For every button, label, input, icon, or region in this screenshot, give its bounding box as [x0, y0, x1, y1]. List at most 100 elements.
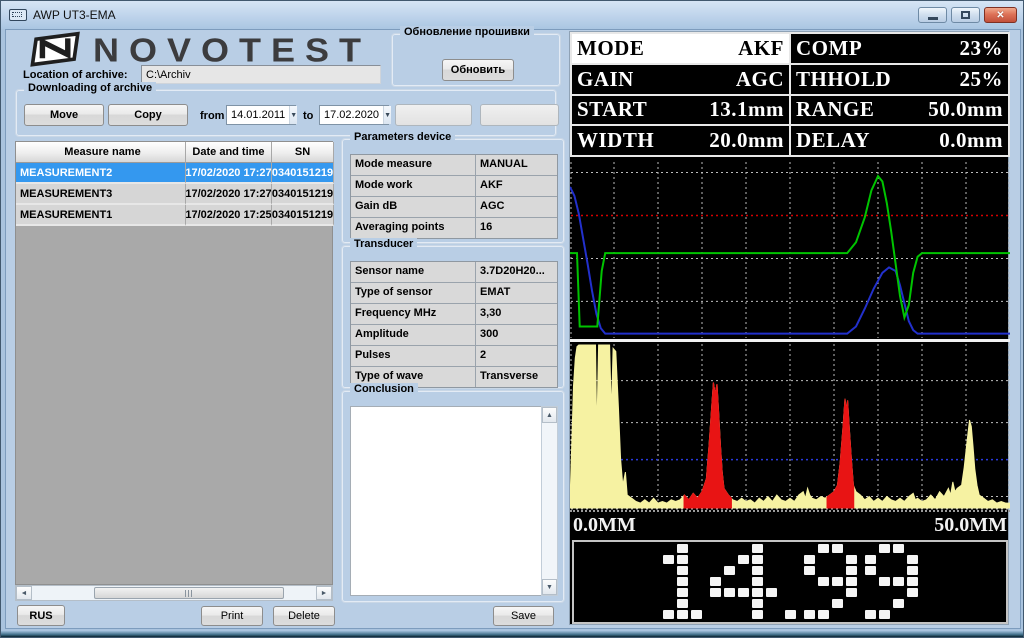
table-row[interactable]: MEASUREMENT217/02/2020 17:270340151219 [16, 163, 332, 184]
chevron-down-icon[interactable]: ▼ [289, 106, 297, 124]
table-header-row: Measure nameDate and timeSN [16, 142, 332, 163]
sn-cell: 0340151219 [272, 163, 334, 184]
app-window: AWP UT3-EMA ✕ NOVOTEST Location of archi… [0, 0, 1024, 638]
transducer-param-value: Transverse [476, 367, 557, 387]
archive-path-input[interactable] [141, 65, 381, 84]
firmware-group-title: Обновление прошивки [400, 26, 534, 38]
transducer-table: Sensor name3.7D20H20...Type of sensorEMA… [350, 261, 558, 388]
app-icon [9, 9, 27, 21]
maximize-icon [961, 11, 970, 19]
transducer-param-label: Frequency MHz [351, 304, 475, 324]
scroll-down-icon: ▼ [546, 584, 553, 591]
close-button[interactable]: ✕ [984, 7, 1017, 23]
disabled-button-2 [480, 104, 559, 126]
from-date-value: 14.01.2011 [227, 109, 289, 121]
minimize-button[interactable] [918, 7, 947, 23]
table-row[interactable]: MEASUREMENT317/02/2020 17:270340151219 [16, 184, 332, 205]
scroll-left-button[interactable]: ◄ [16, 586, 32, 600]
copy-button[interactable]: Copy [108, 104, 188, 126]
location-label: Location of archive: [23, 69, 128, 81]
download-group: Downloading of archive Move Copy from 14… [15, 89, 557, 137]
table-row[interactable]: MEASUREMENT117/02/2020 17:250340151219 [16, 205, 332, 226]
ascan-chart [570, 342, 1010, 510]
device-param-gain: GAINAGC [572, 65, 789, 94]
window-title: AWP UT3-EMA [33, 8, 116, 22]
novotest-logo-icon [27, 31, 85, 71]
device-param-delay: DELAY0.0mm [791, 126, 1008, 155]
datetime-cell: 17/02/2020 17:25 [186, 205, 272, 226]
to-date-combobox[interactable]: 17.02.2020 ▼ [319, 105, 389, 125]
move-button[interactable]: Move [24, 104, 104, 126]
parameters-device-table: Mode measureMANUALMode workAKFGain dBAGC… [350, 154, 558, 239]
scroll-up-button[interactable]: ▲ [542, 407, 557, 423]
device-param-start: START13.1mm [572, 96, 789, 125]
update-firmware-button[interactable]: Обновить [442, 59, 514, 81]
transducer-param-label: Amplitude [351, 325, 475, 345]
scroll-right-button[interactable]: ► [316, 586, 332, 600]
transducer-param-value: EMAT [476, 283, 557, 303]
column-header-1[interactable]: Date and time [186, 142, 272, 163]
measure-name-cell: MEASUREMENT1 [16, 205, 186, 226]
save-button[interactable]: Save [493, 606, 554, 626]
parameters-device-title: Parameters device [350, 131, 455, 143]
scrollbar-thumb[interactable] [94, 587, 284, 599]
device-param-value: AGC [476, 197, 557, 217]
delete-button[interactable]: Delete [273, 606, 335, 626]
measurements-table: Measure nameDate and timeSNMEASUREMENT21… [15, 141, 333, 585]
device-screen-panel: MODEAKFCOMP23%GAINAGCTHHOLD25%START13.1m… [569, 31, 1009, 625]
to-label: to [303, 110, 313, 122]
transducer-param-value: 300 [476, 325, 557, 345]
akf-waveform-chart [570, 160, 1010, 339]
scroll-left-icon: ◄ [21, 590, 28, 597]
maximize-button[interactable] [951, 7, 980, 23]
conclusion-textarea[interactable] [350, 406, 541, 596]
sn-cell: 0340151219 [272, 184, 334, 205]
scroll-up-icon: ▲ [546, 412, 553, 419]
conclusion-group: Conclusion ▲ ▼ [341, 390, 565, 603]
scale-left-label: 0.0MM [573, 514, 636, 537]
device-param-width: WIDTH20.0mm [572, 126, 789, 155]
device-param-label: Mode work [351, 176, 475, 196]
column-header-0[interactable]: Measure name [16, 142, 186, 163]
device-param-value: AKF [476, 176, 557, 196]
device-param-label: Gain dB [351, 197, 475, 217]
from-date-combobox[interactable]: 14.01.2011 ▼ [226, 105, 296, 125]
from-label: from [200, 110, 224, 122]
transducer-param-label: Pulses [351, 346, 475, 366]
thickness-readout-display [572, 540, 1008, 624]
device-param-value: MANUAL [476, 155, 557, 175]
device-param-label: Mode measure [351, 155, 475, 175]
column-header-2[interactable]: SN [272, 142, 334, 163]
datetime-cell: 17/02/2020 17:27 [186, 184, 272, 205]
conclusion-title: Conclusion [350, 383, 418, 395]
table-horizontal-scrollbar[interactable]: ◄ ► [15, 585, 333, 601]
rus-language-button[interactable]: RUS [17, 605, 65, 626]
readout-digit [804, 544, 857, 621]
transducer-param-label: Type of sensor [351, 283, 475, 303]
device-param-label: Averaging points [351, 218, 475, 238]
scroll-down-button[interactable]: ▼ [542, 579, 557, 595]
device-parameters-grid: MODEAKFCOMP23%GAINAGCTHHOLD25%START13.1m… [570, 32, 1010, 157]
distance-scale-bar: 0.0MM 50.0MM [570, 510, 1010, 538]
close-icon: ✕ [996, 10, 1004, 21]
device-param-thhold: THHOLD25% [791, 65, 1008, 94]
scrollbar-track[interactable] [32, 586, 316, 600]
conclusion-scrollbar[interactable]: ▲ ▼ [541, 406, 558, 596]
chevron-down-icon[interactable]: ▼ [383, 106, 391, 124]
scroll-right-icon: ► [321, 590, 328, 597]
measure-name-cell: MEASUREMENT2 [16, 163, 186, 184]
device-param-range: RANGE50.0mm [791, 96, 1008, 125]
device-param-mode: MODEAKF [572, 34, 789, 63]
device-param-value: 16 [476, 218, 557, 238]
transducer-param-value: 3,30 [476, 304, 557, 324]
scale-right-label: 50.0MM [934, 514, 1007, 537]
device-param-comp: COMP23% [791, 34, 1008, 63]
readout-digit [663, 544, 702, 621]
title-bar[interactable]: AWP UT3-EMA ✕ [1, 1, 1023, 29]
window-frame-bottom [1, 631, 1024, 638]
readout-digit [785, 544, 796, 621]
firmware-group: Обновление прошивки Обновить [391, 33, 561, 87]
sn-cell: 0340151219 [272, 205, 334, 226]
transducer-param-label: Sensor name [351, 262, 475, 282]
print-button[interactable]: Print [201, 606, 263, 626]
